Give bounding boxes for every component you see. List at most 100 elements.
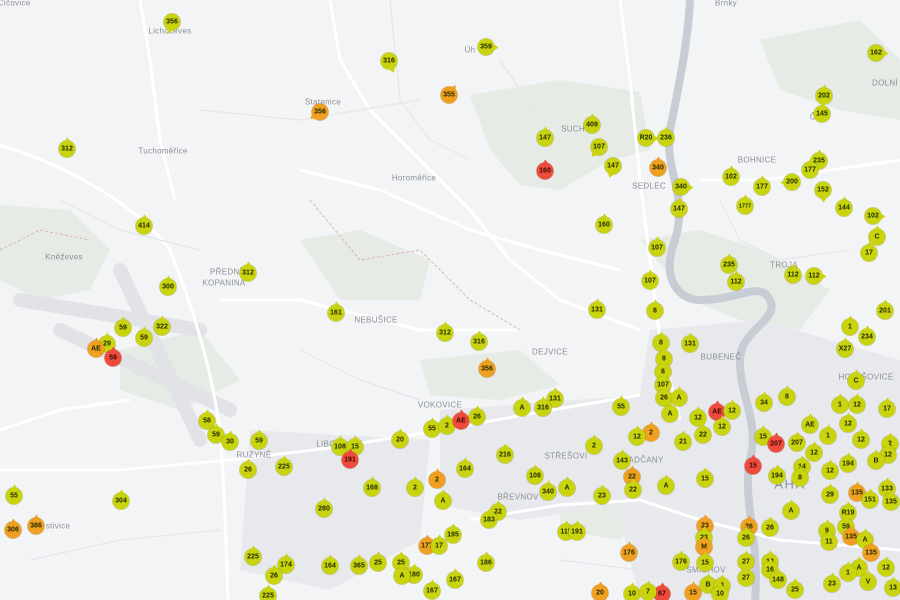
vehicle-marker[interactable]: 59 <box>135 326 153 347</box>
vehicle-marker[interactable]: V <box>859 570 877 591</box>
vehicle-marker[interactable]: 10 <box>711 582 729 600</box>
vehicle-marker[interactable]: 306 <box>4 518 22 539</box>
vehicle-marker[interactable]: 15 <box>744 454 762 475</box>
vehicle-marker[interactable]: 194 <box>768 464 786 485</box>
vehicle-marker[interactable]: 20 <box>391 428 409 449</box>
vehicle-marker[interactable]: 2 <box>428 468 446 489</box>
vehicle-marker[interactable]: C <box>847 369 865 390</box>
vehicle-marker[interactable]: 300 <box>159 275 177 296</box>
vehicle-marker[interactable]: AE <box>452 409 470 430</box>
vehicle-marker[interactable]: 225 <box>275 455 293 476</box>
vehicle-marker[interactable]: AE <box>87 337 105 358</box>
vehicle-marker[interactable]: A <box>434 489 452 510</box>
map-canvas[interactable]: Číčovice Lichoceves Statenice Tuchoměřice Ho… <box>0 0 900 600</box>
vehicle-marker[interactable]: 201 <box>876 299 894 320</box>
vehicle-marker[interactable]: A <box>513 396 531 417</box>
vehicle-marker[interactable]: 1 <box>841 315 859 336</box>
vehicle-marker[interactable]: 102 <box>722 165 740 186</box>
vehicle-marker[interactable]: 1 <box>831 393 849 414</box>
vehicle-marker[interactable]: 164 <box>456 457 474 478</box>
vehicle-marker[interactable]: 194 <box>839 452 857 473</box>
vehicle-marker[interactable]: 102 <box>864 207 885 225</box>
vehicle-marker[interactable]: 15 <box>696 467 714 488</box>
vehicle-marker[interactable]: 147 <box>604 157 622 179</box>
vehicle-marker[interactable]: A <box>657 474 675 495</box>
vehicle-marker[interactable]: 26 <box>265 564 283 585</box>
vehicle-marker[interactable]: 23 <box>823 572 841 593</box>
vehicle-marker[interactable]: 26 <box>737 526 755 547</box>
vehicle-marker[interactable]: 355 <box>440 82 459 104</box>
vehicle-marker[interactable]: 234 <box>858 325 876 346</box>
vehicle-marker[interactable]: 17 <box>860 241 878 262</box>
vehicle-marker[interactable]: 176 <box>620 541 638 562</box>
vehicle-marker[interactable]: 12 <box>821 459 839 480</box>
vehicle-marker[interactable]: 12 <box>805 441 823 462</box>
vehicle-marker[interactable]: 22 <box>624 478 642 499</box>
vehicle-marker[interactable]: 12 <box>839 412 857 433</box>
vehicle-marker[interactable]: 144 <box>835 196 853 217</box>
vehicle-marker[interactable]: 12 <box>723 399 741 420</box>
vehicle-marker[interactable]: 200 <box>780 173 801 191</box>
vehicle-marker[interactable]: 11 <box>820 530 838 551</box>
vehicle-marker[interactable]: 356 <box>478 357 496 378</box>
vehicle-marker[interactable]: 160 <box>536 159 554 180</box>
vehicle-marker[interactable]: 340 <box>539 480 557 501</box>
vehicle-marker[interactable]: X27 <box>836 337 854 358</box>
vehicle-marker[interactable]: 59 <box>250 429 268 450</box>
vehicle-marker[interactable]: 8 <box>791 466 809 487</box>
vehicle-marker[interactable]: 2 <box>585 434 603 455</box>
vehicle-marker[interactable]: 55 <box>5 484 23 505</box>
vehicle-marker[interactable]: 107 <box>648 236 666 257</box>
vehicle-marker[interactable]: 225 <box>259 584 277 600</box>
vehicle-marker[interactable]: 21 <box>674 430 692 451</box>
vehicle-marker[interactable]: 316 <box>534 396 552 417</box>
vehicle-marker[interactable]: 160 <box>595 213 613 234</box>
vehicle-marker[interactable]: 207 <box>788 431 806 452</box>
vehicle-marker[interactable]: 2 <box>406 476 424 497</box>
vehicle-marker[interactable]: 365 <box>350 554 368 575</box>
vehicle-marker[interactable]: 177 <box>801 158 819 179</box>
vehicle-marker[interactable]: 167 <box>423 579 441 600</box>
vehicle-marker[interactable]: 17 <box>430 534 448 555</box>
vehicle-marker[interactable]: 236 <box>657 126 675 147</box>
vehicle-marker[interactable]: 25 <box>369 551 387 572</box>
vehicle-marker[interactable]: 17 <box>878 397 896 418</box>
vehicle-marker[interactable]: 26 <box>761 516 779 537</box>
vehicle-marker[interactable]: 207 <box>767 432 785 453</box>
vehicle-marker[interactable]: 151 <box>861 488 879 509</box>
vehicle-marker[interactable]: 25 <box>786 578 804 599</box>
vehicle-marker[interactable]: 340 <box>649 156 667 177</box>
vehicle-marker[interactable]: 59 <box>104 346 122 367</box>
vehicle-marker[interactable]: 15 <box>684 581 702 600</box>
vehicle-marker[interactable]: 131 <box>588 298 606 319</box>
vehicle-marker[interactable]: 10 <box>623 582 641 600</box>
vehicle-marker[interactable]: 356 <box>163 13 181 35</box>
vehicle-marker[interactable]: 30 <box>221 430 239 451</box>
vehicle-marker[interactable]: 167 <box>446 568 464 589</box>
vehicle-marker[interactable]: 176 <box>672 550 690 571</box>
vehicle-marker[interactable]: 409 <box>583 113 601 134</box>
vehicle-marker[interactable]: 26 <box>239 458 257 479</box>
vehicle-marker[interactable]: 304 <box>112 489 130 510</box>
vehicle-marker[interactable]: 216 <box>496 443 514 464</box>
vehicle-marker[interactable]: 26 <box>468 405 486 426</box>
vehicle-marker[interactable]: 195 <box>444 523 462 544</box>
vehicle-marker[interactable]: 322 <box>153 315 171 336</box>
vehicle-marker[interactable]: 1777 <box>736 194 754 215</box>
vehicle-marker[interactable]: 312 <box>58 137 76 158</box>
vehicle-marker[interactable]: 107 <box>641 269 659 290</box>
vehicle-marker[interactable]: 164 <box>321 554 339 575</box>
vehicle-marker[interactable]: 162 <box>867 44 888 62</box>
vehicle-marker[interactable]: A <box>558 476 576 497</box>
vehicle-marker[interactable]: 7 <box>639 580 657 600</box>
vehicle-marker[interactable]: 12 <box>852 428 870 449</box>
vehicle-marker[interactable]: 414 <box>135 214 153 235</box>
vehicle-marker[interactable]: 23 <box>593 484 611 505</box>
vehicle-marker[interactable]: 112 <box>727 270 745 291</box>
vehicle-marker[interactable]: 148 <box>769 568 787 589</box>
vehicle-marker[interactable]: 168 <box>363 476 381 497</box>
vehicle-marker[interactable]: 55 <box>612 395 630 416</box>
vehicle-marker[interactable]: 12 <box>877 556 895 577</box>
vehicle-marker[interactable]: 135 <box>862 541 880 562</box>
vehicle-marker[interactable]: A <box>393 564 411 585</box>
